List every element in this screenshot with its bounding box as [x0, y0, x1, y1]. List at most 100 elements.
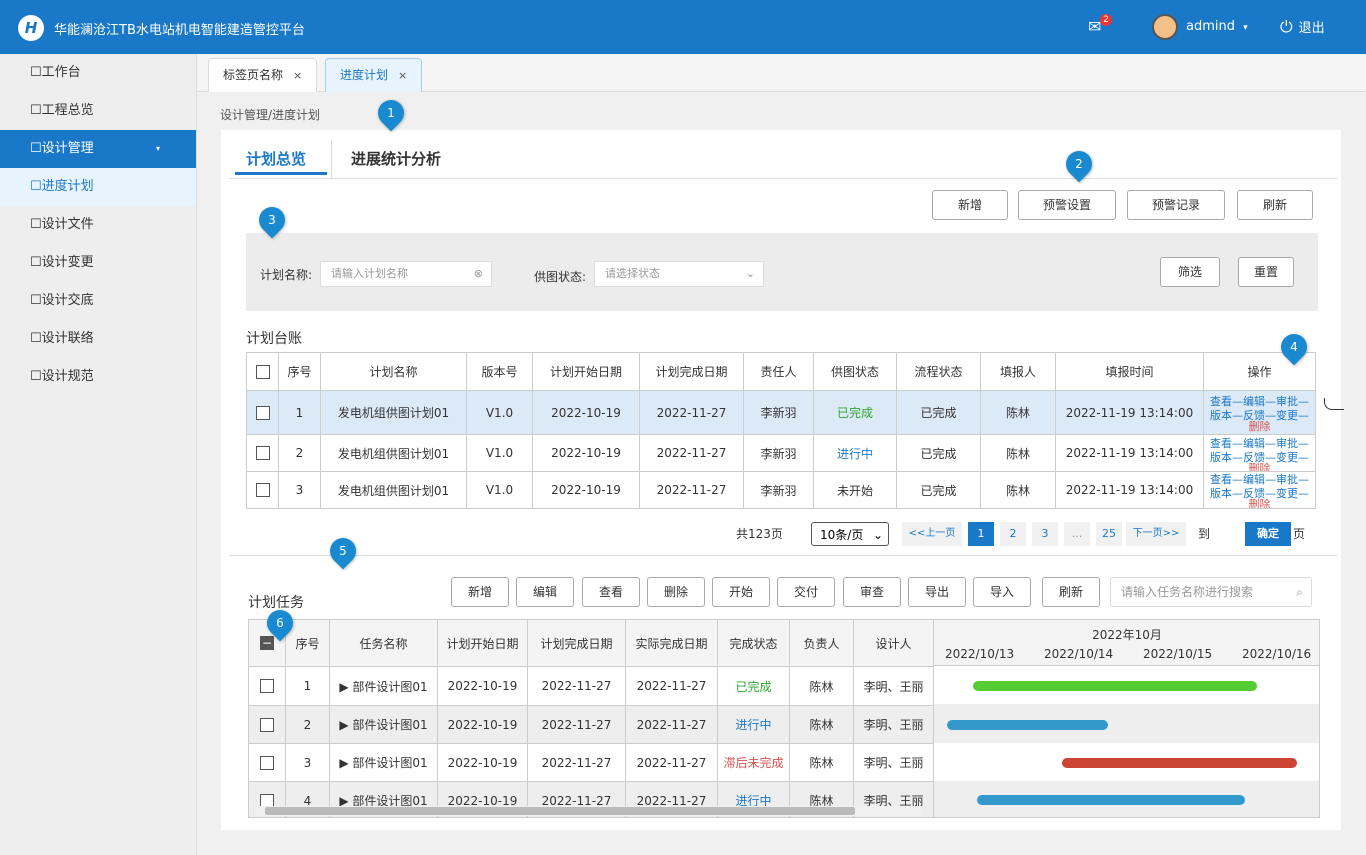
logout-label: 退出	[1298, 21, 1325, 36]
confirm-button[interactable]: 确定	[1245, 522, 1291, 546]
task-name-cell[interactable]: ▶ 部件设计图01	[329, 743, 438, 782]
sidebar-item-label: 设计变更	[41, 255, 94, 270]
sidebar-item-design-specs[interactable]: ☐设计规范	[0, 358, 196, 396]
alert-records-button[interactable]: 预警记录	[1127, 190, 1225, 220]
expand-icon[interactable]: ▶	[339, 680, 352, 694]
close-icon[interactable]: ×	[398, 69, 407, 82]
marker-2: 2	[1060, 145, 1098, 183]
notification-button[interactable]: ✉ 2	[1088, 0, 1112, 54]
table-row[interactable]: 1 ▶ 部件设计图01 2022-10-19 2022-11-27 2022-1…	[249, 666, 934, 706]
task-add-button[interactable]: 新增	[451, 577, 509, 607]
select-all-checkbox[interactable]	[246, 352, 279, 391]
task-name-cell[interactable]: ▶ 部件设计图01	[329, 666, 438, 706]
tab-plan-overview[interactable]: 计划总览	[246, 148, 306, 169]
cell: 2022-11-19 13:14:00	[1055, 471, 1204, 509]
next-page-button[interactable]: 下一页>>	[1126, 522, 1186, 546]
gantt-bar[interactable]	[1062, 758, 1297, 768]
row-actions[interactable]: 查看—编辑—审批— 版本—反馈—变更— 删除	[1203, 434, 1316, 472]
sidebar-item-design-mgmt[interactable]: ☐设计管理 ▾	[0, 130, 196, 168]
col-header: 填报时间	[1055, 352, 1204, 391]
action-links[interactable]: 查看—编辑—审批—	[1205, 473, 1315, 487]
table-row[interactable]: 2 发电机组供图计划01 V1.0 2022-10-19 2022-11-27 …	[246, 434, 1316, 472]
goto-input[interactable]	[1212, 522, 1244, 546]
sidebar-item-overview[interactable]: ☐工程总览	[0, 92, 196, 130]
close-icon[interactable]: ×	[293, 69, 302, 82]
sidebar-item-label: 进度计划	[41, 179, 94, 194]
horizontal-scrollbar[interactable]	[255, 806, 923, 816]
alert-settings-button[interactable]: 预警设置	[1018, 190, 1116, 220]
row-checkbox[interactable]	[246, 434, 279, 472]
ledger-table: 序号 计划名称 版本号 计划开始日期 计划完成日期 责任人 供图状态 流程状态 …	[246, 352, 1316, 509]
marker-1: 1	[372, 94, 410, 132]
tab-progress-analysis[interactable]: 进展统计分析	[351, 148, 441, 169]
task-search-input[interactable]: 请输入任务名称进行搜索 ⌕	[1110, 577, 1312, 607]
task-view-button[interactable]: 查看	[582, 577, 640, 607]
expand-icon[interactable]: ▶	[339, 756, 352, 770]
task-refresh-button[interactable]: 刷新	[1042, 577, 1100, 607]
delete-link[interactable]: 删除	[1205, 463, 1315, 471]
row-checkbox[interactable]	[246, 471, 279, 509]
status-select[interactable]: 请选择状态 ⌄	[594, 261, 764, 287]
gantt-bar[interactable]	[947, 720, 1108, 730]
action-links[interactable]: 查看—编辑—审批—	[1205, 437, 1315, 451]
plan-name-input[interactable]: 请输入计划名称 ⊗	[320, 261, 492, 287]
task-deliver-button[interactable]: 交付	[777, 577, 835, 607]
expand-icon[interactable]: ▶	[339, 718, 352, 732]
user-menu[interactable]: admind ▾	[1152, 0, 1248, 54]
sidebar-item-dashboard[interactable]: ☐工作台	[0, 54, 196, 92]
page-size-select[interactable]: 10条/页 ⌄	[811, 522, 889, 546]
gantt-bar[interactable]	[977, 795, 1245, 805]
page-2[interactable]: 2	[1000, 522, 1026, 546]
prev-page-button[interactable]: <<上一页	[902, 522, 962, 546]
table-row[interactable]: 3 ▶ 部件设计图01 2022-10-19 2022-11-27 2022-1…	[249, 743, 934, 782]
task-start-button[interactable]: 开始	[712, 577, 770, 607]
col-header: 供图状态	[813, 352, 897, 391]
page-3[interactable]: 3	[1032, 522, 1058, 546]
delete-link[interactable]: 删除	[1205, 499, 1315, 508]
table-row[interactable]: 3 发电机组供图计划01 V1.0 2022-10-19 2022-11-27 …	[246, 471, 1316, 509]
reset-button[interactable]: 重置	[1238, 257, 1294, 287]
cell: 2022-11-27	[527, 743, 626, 782]
logout-button[interactable]: ⏻ 退出	[1280, 0, 1325, 54]
refresh-button[interactable]: 刷新	[1237, 190, 1313, 220]
action-links[interactable]: 查看—编辑—审批—	[1205, 395, 1315, 409]
top-bar: H 华能澜沧江TB水电站机电智能建造管控平台 ✉ 2 admind ▾ ⏻ 退出	[0, 0, 1366, 54]
tab-schedule[interactable]: 进度计划 ×	[325, 58, 423, 92]
sidebar-item-schedule[interactable]: ☐进度计划	[0, 168, 196, 206]
cell: 2022-10-19	[437, 743, 528, 782]
delete-link[interactable]: 删除	[1205, 421, 1315, 432]
sidebar-item-design-files[interactable]: ☐设计文件	[0, 206, 196, 244]
sidebar-item-design-changes[interactable]: ☐设计变更	[0, 244, 196, 282]
page-25[interactable]: 25	[1096, 522, 1122, 546]
status-label: 供图状态:	[534, 270, 587, 284]
table-row[interactable]: 2 ▶ 部件设计图01 2022-10-19 2022-11-27 2022-1…	[249, 705, 934, 744]
row-checkbox[interactable]	[249, 705, 286, 744]
clear-icon[interactable]: ⊗	[474, 262, 483, 286]
cell: 陈林	[789, 666, 854, 706]
table-row[interactable]: 1 发电机组供图计划01 V1.0 2022-10-19 2022-11-27 …	[246, 390, 1316, 435]
task-review-button[interactable]: 审查	[843, 577, 901, 607]
sidebar-item-design-briefing[interactable]: ☐设计交底	[0, 282, 196, 320]
task-edit-button[interactable]: 编辑	[516, 577, 574, 607]
page-1[interactable]: 1	[968, 522, 994, 546]
power-icon: ⏻	[1280, 17, 1293, 36]
scrollbar-thumb[interactable]	[265, 807, 855, 815]
chevron-down-icon: ⌄	[872, 528, 883, 542]
task-name: 部件设计图01	[352, 718, 428, 732]
task-name-cell[interactable]: ▶ 部件设计图01	[329, 705, 438, 744]
sidebar-item-design-liaison[interactable]: ☐设计联络	[0, 320, 196, 358]
gantt-bar[interactable]	[973, 681, 1257, 691]
cell: V1.0	[466, 390, 533, 435]
row-checkbox[interactable]	[249, 666, 286, 706]
tab-default[interactable]: 标签页名称 ×	[208, 58, 318, 92]
task-import-button[interactable]: 导入	[973, 577, 1031, 607]
task-export-button[interactable]: 导出	[908, 577, 966, 607]
row-checkbox[interactable]	[246, 390, 279, 435]
row-checkbox[interactable]	[249, 743, 286, 782]
row-actions[interactable]: 查看—编辑—审批— 版本—反馈—变更— 删除	[1203, 471, 1316, 509]
cell: 李明、王丽	[853, 666, 934, 706]
filter-button[interactable]: 筛选	[1160, 257, 1220, 287]
task-delete-button[interactable]: 删除	[647, 577, 705, 607]
add-plan-button[interactable]: 新增	[932, 190, 1008, 220]
row-actions[interactable]: 查看—编辑—审批— 版本—反馈—变更— 删除	[1203, 390, 1316, 435]
